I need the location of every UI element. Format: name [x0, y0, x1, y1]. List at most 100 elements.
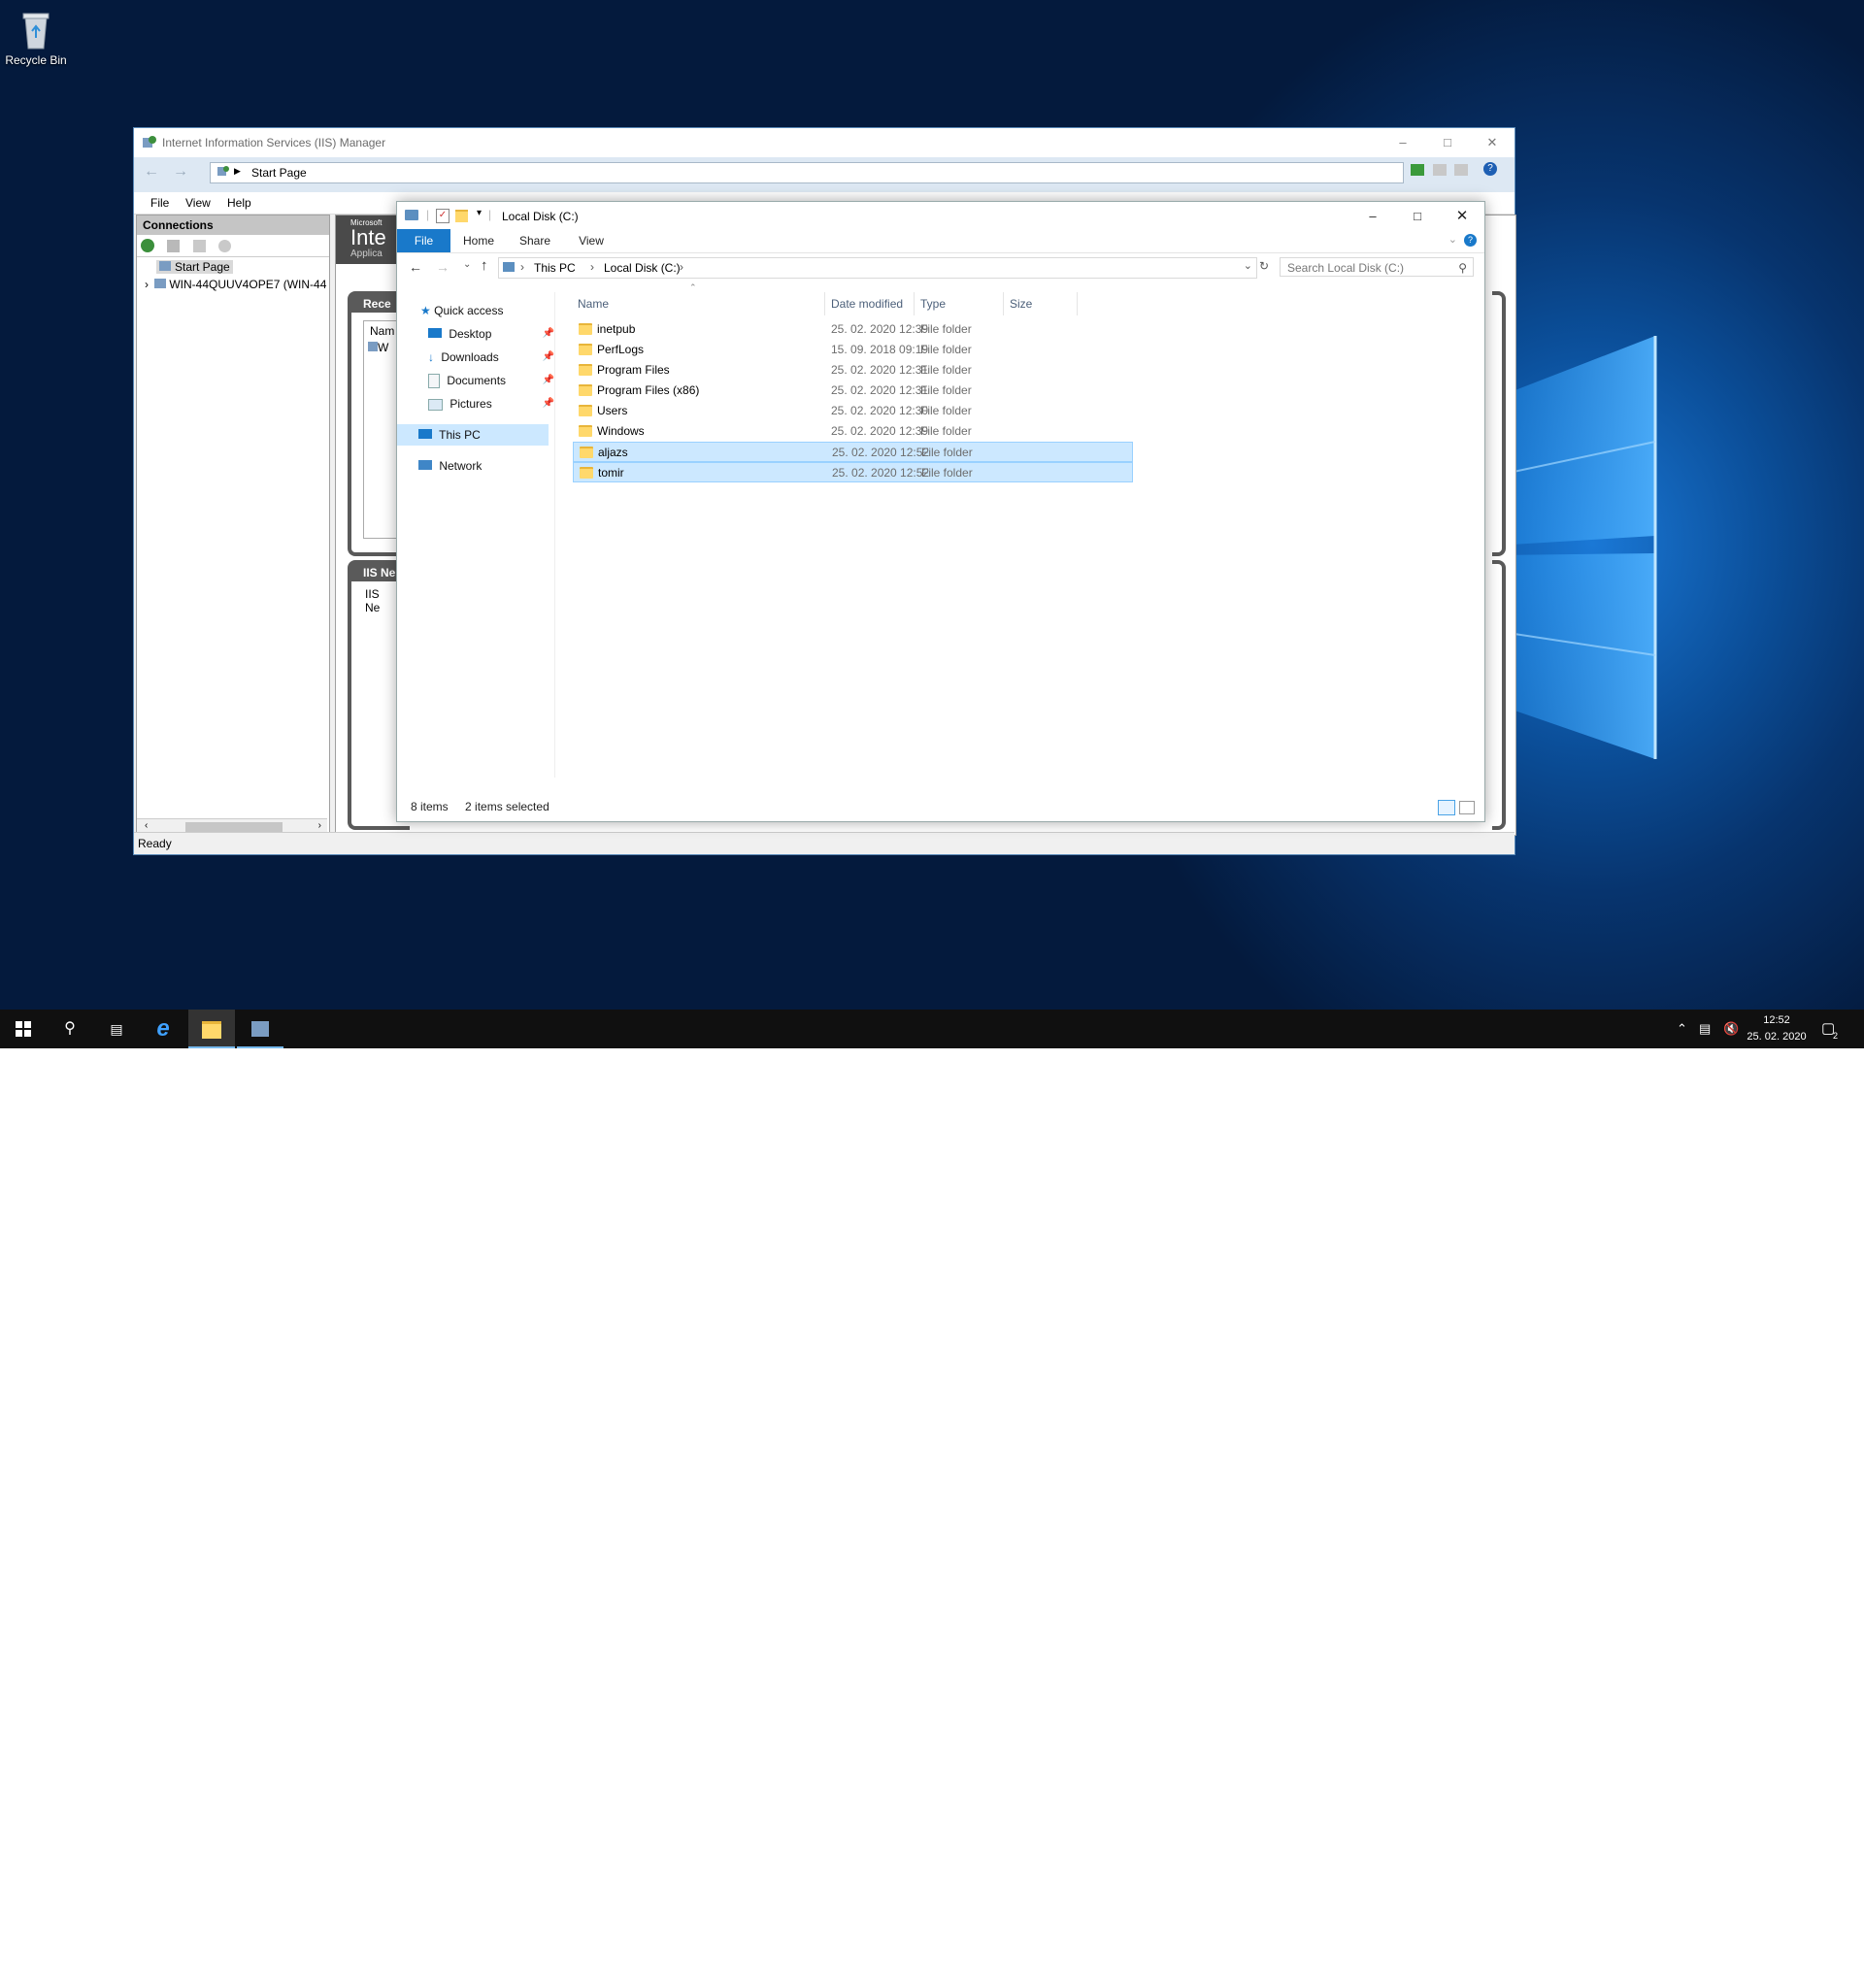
tab-view[interactable]: View: [568, 229, 615, 252]
nav-label: Network: [439, 459, 483, 473]
crumb-sep-icon: ›: [520, 260, 524, 274]
file-row[interactable]: Users 25. 02. 2020 12:30 File folder: [573, 401, 1133, 421]
search-taskbar-icon[interactable]: ⚲: [47, 1010, 93, 1048]
iis-forward-button[interactable]: →: [173, 163, 188, 181]
tab-home[interactable]: Home: [455, 229, 502, 252]
back-arrow-icon[interactable]: ←: [409, 259, 422, 275]
network-tray-icon[interactable]: ▤: [1699, 1010, 1711, 1048]
nav-network[interactable]: Network: [418, 455, 482, 477]
action-center-icon[interactable]: ▢: [1821, 1010, 1835, 1048]
recycle-bin[interactable]: Recycle Bin: [2, 8, 70, 67]
clock[interactable]: 12:52 25. 02. 2020: [1746, 1010, 1808, 1051]
nav-documents[interactable]: Documents 📌: [428, 370, 554, 391]
col-size[interactable]: Size: [1004, 292, 1078, 315]
navigation-pane: ★ Quick access Desktop 📌 ↓ Downloads 📌 D…: [397, 292, 555, 778]
explorer-minimize-button[interactable]: –: [1350, 202, 1395, 231]
address-arrow-icon: ▶: [234, 166, 241, 176]
nav-desktop[interactable]: Desktop 📌: [428, 323, 554, 345]
iis-address-bar: ← → ▶ Start Page ?: [134, 157, 1514, 192]
save-icon[interactable]: [167, 240, 181, 252]
address-breadcrumb[interactable]: › This PC › Local Disk (C:) › ⌄: [498, 257, 1257, 279]
explorer-close-button[interactable]: ✕: [1440, 202, 1484, 231]
nav-label: Quick access: [434, 304, 504, 317]
recent-locations-icon[interactable]: ⌄: [463, 259, 471, 270]
up-arrow-icon[interactable]: ↑: [481, 257, 488, 274]
file-name: aljazs: [598, 446, 628, 459]
stop-icon[interactable]: [1433, 164, 1447, 176]
expand-chevron-icon[interactable]: ›: [145, 278, 149, 291]
show-hidden-icons[interactable]: ⌃: [1677, 1010, 1687, 1048]
task-view-icon[interactable]: ▤: [93, 1010, 140, 1048]
home-icon[interactable]: [1454, 164, 1468, 176]
refresh-icon[interactable]: ↻: [1259, 259, 1269, 273]
menu-view[interactable]: View: [185, 196, 211, 210]
go-icon[interactable]: [1411, 164, 1424, 176]
qat-dropdown-icon[interactable]: ▾: [477, 208, 482, 218]
internet-explorer-icon[interactable]: e: [140, 1010, 186, 1048]
up-icon[interactable]: [192, 240, 206, 252]
pin-icon[interactable]: 📌: [543, 393, 554, 414]
iis-address-field[interactable]: ▶ Start Page: [210, 162, 1404, 183]
file-row[interactable]: Windows 25. 02. 2020 12:39 File folder: [573, 421, 1133, 442]
large-icons-view-icon[interactable]: [1459, 801, 1475, 814]
file-type: File folder: [920, 404, 972, 417]
crumb-this-pc[interactable]: This PC: [534, 261, 576, 275]
start-button[interactable]: [0, 1010, 47, 1048]
tree-item-server[interactable]: › WIN-44QUUV4OPE7 (WIN-44: [145, 278, 327, 291]
tab-share[interactable]: Share: [512, 229, 558, 252]
nav-quick-access[interactable]: ★ Quick access: [420, 300, 503, 321]
explorer-titlebar[interactable]: | ✓ ▾ | Local Disk (C:) – □ ✕: [397, 202, 1484, 229]
file-date: 25. 02. 2020 12:52: [832, 446, 930, 459]
scroll-right-icon[interactable]: ›: [318, 820, 321, 831]
delete-connection-icon[interactable]: [218, 240, 232, 252]
volume-muted-icon[interactable]: 🔇: [1723, 1010, 1739, 1048]
file-row[interactable]: Program Files 25. 02. 2020 12:31 File fold…: [573, 360, 1133, 381]
file-row[interactable]: PerfLogs 15. 09. 2018 09:19 File folder: [573, 340, 1133, 360]
scroll-thumb[interactable]: [185, 822, 283, 832]
file-row[interactable]: aljazs 25. 02. 2020 12:52 File folder: [573, 442, 1133, 462]
pin-icon[interactable]: 📌: [543, 323, 554, 345]
file-explorer-taskbar-icon[interactable]: [188, 1010, 235, 1048]
help-icon[interactable]: ?: [1483, 162, 1497, 176]
new-folder-icon[interactable]: [455, 210, 468, 222]
explorer-maximize-button[interactable]: □: [1395, 202, 1440, 231]
connect-icon[interactable]: [141, 239, 154, 252]
details-view-icon[interactable]: [1438, 800, 1455, 815]
tab-file[interactable]: File: [397, 229, 450, 252]
iis-back-button[interactable]: ←: [144, 163, 159, 181]
nav-label: Documents: [447, 374, 507, 387]
properties-icon[interactable]: ✓: [436, 209, 449, 223]
file-date: 25. 02. 2020 12:39: [831, 322, 929, 336]
menu-file[interactable]: File: [150, 196, 169, 210]
file-row[interactable]: Program Files (x86) 25. 02. 2020 12:31 Fil…: [573, 381, 1133, 401]
crumb-local-disk[interactable]: Local Disk (C:): [604, 261, 681, 275]
file-row[interactable]: inetpub 25. 02. 2020 12:39 File folder: [573, 319, 1133, 340]
qat-separator: |: [426, 208, 430, 221]
nav-label: Downloads: [441, 350, 499, 364]
address-dropdown-icon[interactable]: ⌄: [1244, 259, 1252, 272]
taskbar: ⚲ ▤ e ⌃ ▤ 🔇 12:52 25. 02. 2020 ▢ 2: [0, 1010, 1864, 1048]
iis-close-button[interactable]: ✕: [1470, 128, 1514, 157]
nav-this-pc[interactable]: This PC: [397, 424, 549, 446]
pin-icon[interactable]: 📌: [543, 347, 554, 368]
menu-help[interactable]: Help: [227, 196, 251, 210]
explorer-help-icon[interactable]: ?: [1464, 234, 1477, 247]
iis-manager-taskbar-icon[interactable]: [237, 1010, 283, 1048]
nav-downloads[interactable]: ↓ Downloads 📌: [428, 347, 554, 368]
search-input[interactable]: Search Local Disk (C:) ⚲: [1280, 257, 1474, 277]
tree-item-start-page[interactable]: Start Page: [156, 260, 233, 274]
scroll-left-icon[interactable]: ‹: [145, 820, 148, 831]
file-row[interactable]: tomir 25. 02. 2020 12:52 File folder: [573, 462, 1133, 482]
iis-minimize-button[interactable]: –: [1381, 128, 1425, 157]
recent-item-label: W: [378, 341, 389, 354]
col-name[interactable]: Name: [572, 292, 825, 315]
file-explorer-window[interactable]: | ✓ ▾ | Local Disk (C:) – □ ✕ File Home …: [396, 201, 1485, 822]
col-type[interactable]: Type: [915, 292, 1004, 315]
pin-icon[interactable]: 📌: [543, 370, 554, 391]
nav-pictures[interactable]: Pictures 📌: [428, 393, 554, 414]
forward-arrow-icon[interactable]: →: [436, 259, 449, 275]
col-date-modified[interactable]: Date modified: [825, 292, 915, 315]
iis-titlebar[interactable]: Internet Information Services (IIS) Mana…: [134, 128, 1514, 157]
iis-maximize-button[interactable]: □: [1425, 128, 1470, 157]
ribbon-expand-icon[interactable]: ⌄: [1448, 233, 1457, 246]
